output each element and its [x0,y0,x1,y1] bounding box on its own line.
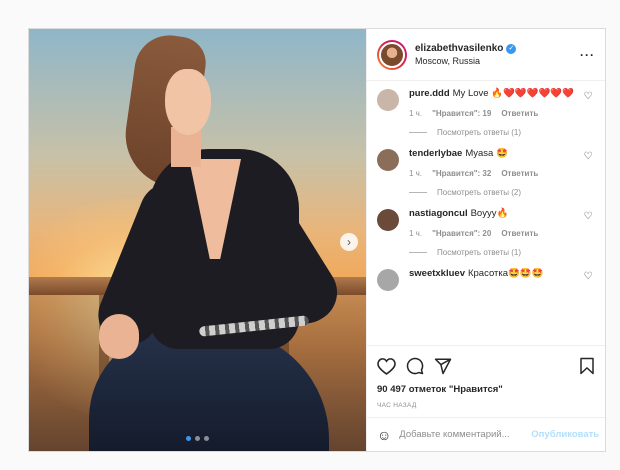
comment-time[interactable]: 1 ч. [409,109,422,118]
post-card: › elizabethvasilenko ✓ Moscow, Russia ··… [28,28,606,452]
reply-button[interactable]: Ответить [501,169,538,178]
verified-badge-icon: ✓ [506,43,517,54]
view-replies-label: Посмотреть ответы (1) [437,248,522,257]
carousel-dot [204,436,209,441]
bookmark-icon[interactable] [579,357,595,375]
comment-text: Myasa 🤩 [465,148,508,159]
post-photo[interactable]: › [29,29,366,451]
post-time[interactable]: ЧАС НАЗАД [377,402,595,409]
comment-body: nastiagoncul Boyyy🔥 1 ч. "Нравится": 20 О… [409,207,581,257]
comments-list[interactable]: pure.ddd My Love 🔥❤️❤️❤️❤️❤️❤️ 1 ч. "Нрав… [367,81,605,345]
emoji-smile-icon[interactable]: ☺ [377,427,391,443]
comment-meta: 1 ч. "Нравится": 32 Ответить [409,169,581,178]
post-comment-button[interactable]: Опубликовать [531,429,599,440]
person-hand [99,314,139,359]
comment-meta: 1 ч. "Нравится": 20 Ответить [409,229,581,238]
post-actions: 90 497 отметок "Нравится" ЧАС НАЗАД [367,345,605,417]
list-item: pure.ddd My Love 🔥❤️❤️❤️❤️❤️❤️ 1 ч. "Нрав… [377,87,595,137]
comment-text-wrap: sweetxkluev Красотка🤩🤩🤩 [409,267,581,281]
reply-button[interactable]: Ответить [501,229,538,238]
list-item: nastiagoncul Boyyy🔥 1 ч. "Нравится": 20 О… [377,207,595,257]
comment-text-wrap: tenderlybae Myasa 🤩 [409,147,581,161]
comment-username[interactable]: sweetxkluev [409,268,465,279]
comment-likes[interactable]: "Нравится": 20 [432,229,491,238]
avatar[interactable] [377,39,407,70]
chevron-right-icon[interactable]: › [340,233,358,251]
view-replies-label: Посмотреть ответы (1) [437,128,522,137]
more-horizontal-icon[interactable]: ··· [580,48,595,62]
comment-body: tenderlybae Myasa 🤩 1 ч. "Нравится": 32 О… [409,147,581,197]
comment-likes[interactable]: "Нравится": 19 [432,109,491,118]
list-item: sweetxkluev Красотка🤩🤩🤩 ♡ [377,267,595,291]
comment-text: Красотка🤩🤩🤩 [467,268,544,279]
comment-time[interactable]: 1 ч. [409,169,422,178]
heart-outline-icon[interactable]: ♡ [581,211,595,257]
comment-text: My Love 🔥❤️❤️❤️❤️❤️❤️ [452,88,574,99]
comment-meta: 1 ч. "Нравится": 19 Ответить [409,109,581,118]
carousel-dots [29,436,366,441]
heart-outline-icon[interactable]: ♡ [581,271,595,291]
heart-outline-icon[interactable]: ♡ [581,151,595,197]
view-replies-button[interactable]: Посмотреть ответы (1) [409,248,581,257]
list-item: tenderlybae Myasa 🤩 1 ч. "Нравится": 32 О… [377,147,595,197]
photo-person [59,29,359,451]
replies-divider [409,252,427,253]
heart-outline-icon[interactable]: ♡ [581,91,595,137]
comment-likes[interactable]: "Нравится": 32 [432,169,491,178]
comment-body: sweetxkluev Красотка🤩🤩🤩 [409,267,581,291]
avatar[interactable] [377,209,399,231]
action-icons [377,352,595,380]
paper-plane-icon[interactable] [434,357,452,375]
view-replies-label: Посмотреть ответы (2) [437,188,522,197]
post-side-panel: elizabethvasilenko ✓ Moscow, Russia ··· … [366,29,605,451]
comment-username[interactable]: nastiagoncul [409,208,468,219]
post-username[interactable]: elizabethvasilenko [415,43,503,54]
comment-input[interactable] [399,429,532,440]
view-replies-button[interactable]: Посмотреть ответы (1) [409,128,581,137]
carousel-dot [186,436,191,441]
avatar-image [379,41,405,68]
comment-username[interactable]: tenderlybae [409,148,462,159]
add-comment-bar: ☺ Опубликовать [367,417,605,451]
heart-outline-icon[interactable] [377,357,396,375]
comment-body: pure.ddd My Love 🔥❤️❤️❤️❤️❤️❤️ 1 ч. "Нрав… [409,87,581,137]
avatar[interactable] [377,149,399,171]
comment-text: Boyyy🔥 [470,208,509,219]
comment-text-wrap: pure.ddd My Love 🔥❤️❤️❤️❤️❤️❤️ [409,87,581,101]
header-user-row: elizabethvasilenko ✓ [415,43,580,54]
likes-count[interactable]: 90 497 отметок "Нравится" [377,384,595,395]
comment-time[interactable]: 1 ч. [409,229,422,238]
avatar[interactable] [377,89,399,111]
view-replies-button[interactable]: Посмотреть ответы (2) [409,188,581,197]
carousel-dot [195,436,200,441]
post-header: elizabethvasilenko ✓ Moscow, Russia ··· [367,29,605,81]
header-text: elizabethvasilenko ✓ Moscow, Russia [415,43,580,66]
avatar[interactable] [377,269,399,291]
replies-divider [409,132,427,133]
post-location[interactable]: Moscow, Russia [415,56,580,66]
comment-bubble-icon[interactable] [406,357,424,375]
replies-divider [409,192,427,193]
comment-username[interactable]: pure.ddd [409,88,450,99]
reply-button[interactable]: Ответить [501,109,538,118]
person-face [165,69,211,135]
comment-text-wrap: nastiagoncul Boyyy🔥 [409,207,581,221]
